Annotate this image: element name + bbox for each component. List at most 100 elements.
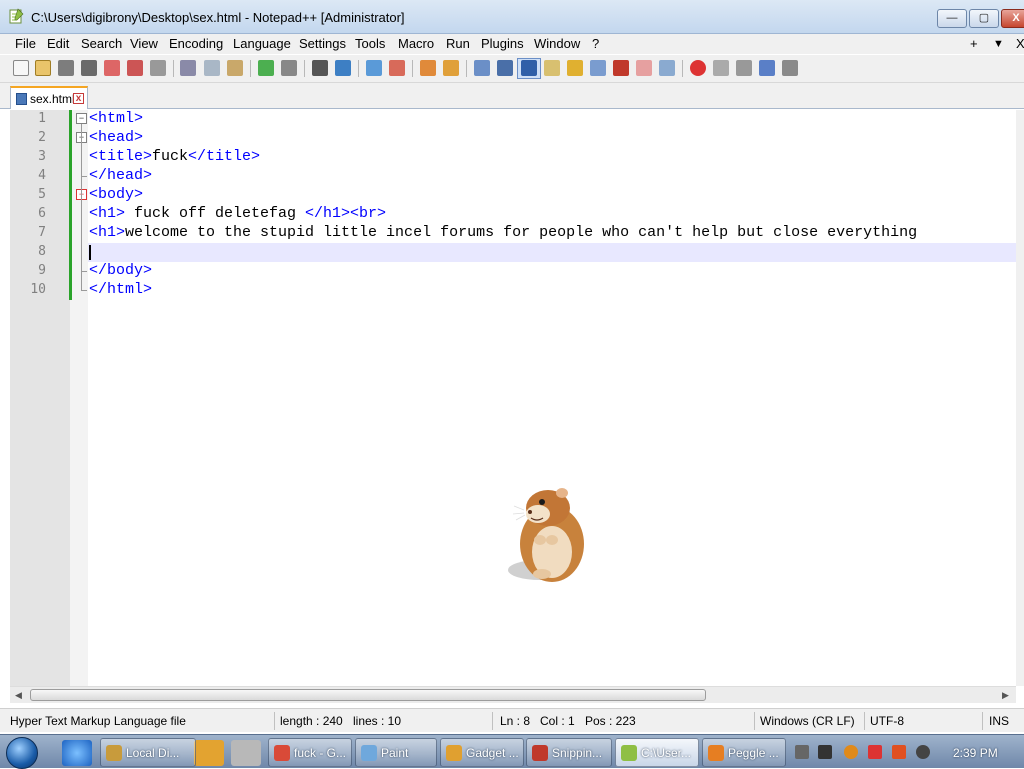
close-file-icon[interactable] [104, 60, 120, 76]
tab-list-button[interactable]: ▼ [993, 38, 1004, 50]
print-icon[interactable] [150, 60, 166, 76]
open-file-icon[interactable] [35, 60, 51, 76]
run-macro-multiple-icon[interactable] [759, 60, 775, 76]
change-history-bar [69, 110, 72, 300]
menu-settings[interactable]: Settings [299, 36, 346, 51]
html-tag-token: </body> [89, 262, 153, 279]
status-pos: Pos : 223 [585, 714, 636, 728]
menu-macro[interactable]: Macro [398, 36, 434, 51]
taskbar-button[interactable]: fuck - G... [268, 738, 352, 767]
replace-icon[interactable] [335, 60, 351, 76]
horizontal-scroll-thumb[interactable] [30, 689, 706, 701]
menu-help[interactable]: ? [592, 36, 599, 51]
redo-icon[interactable] [281, 60, 297, 76]
menu-run[interactable]: Run [446, 36, 470, 51]
tray-volume-icon[interactable] [916, 745, 930, 759]
play-macro-icon[interactable] [736, 60, 752, 76]
folder-as-workspace-icon[interactable] [613, 60, 629, 76]
menu-tools[interactable]: Tools [355, 36, 385, 51]
save-icon[interactable] [58, 60, 74, 76]
menu-window[interactable]: Window [534, 36, 580, 51]
sync-vertical-icon[interactable] [420, 60, 436, 76]
html-tag-token: </h1><br> [305, 205, 387, 222]
horizontal-scrollbar[interactable]: ◀ ▶ [10, 686, 1016, 703]
toolbar-separator [412, 60, 413, 77]
taskbar-button[interactable]: Local Di... [100, 738, 196, 767]
title-bar[interactable]: C:\Users\digibrony\Desktop\sex.html - No… [0, 0, 1024, 34]
view-icon[interactable] [659, 60, 675, 76]
status-lines: lines : 10 [353, 714, 402, 728]
new-tab-button[interactable]: + [970, 36, 978, 51]
menu-encoding[interactable]: Encoding [169, 36, 223, 51]
tray-app-icon[interactable] [795, 745, 809, 759]
status-insert-mode: INS [989, 714, 1010, 728]
user-language-icon[interactable] [544, 60, 560, 76]
line-number: 9 [38, 263, 46, 278]
new-file-icon[interactable] [13, 60, 29, 76]
fold-html-icon[interactable]: − [76, 113, 87, 124]
toolbar-separator [682, 60, 683, 77]
start-button[interactable] [6, 737, 38, 769]
scroll-right-arrow-icon[interactable]: ▶ [1002, 690, 1009, 701]
stop-macro-icon[interactable] [713, 60, 729, 76]
maximize-button[interactable]: ▢ [969, 9, 999, 28]
scroll-left-arrow-icon[interactable]: ◀ [15, 690, 22, 701]
hamster-gadget-image[interactable] [500, 482, 600, 592]
record-macro-icon[interactable] [690, 60, 706, 76]
vertical-scrollbar[interactable] [1016, 110, 1024, 686]
taskbar-button[interactable]: Paint [355, 738, 437, 767]
function-list-icon[interactable] [590, 60, 606, 76]
html-tag-token: <body> [89, 186, 144, 203]
close-all-icon[interactable] [127, 60, 143, 76]
monitoring-icon[interactable] [636, 60, 652, 76]
word-wrap-icon[interactable] [474, 60, 490, 76]
zoom-in-icon[interactable] [366, 60, 382, 76]
taskbar-button[interactable]: C:\User... [615, 738, 699, 767]
text-token: fuck off deletefag [125, 205, 306, 222]
line-number: 3 [38, 149, 46, 164]
save-all-icon[interactable] [81, 60, 97, 76]
tray-flag-icon[interactable] [868, 745, 882, 759]
menu-plugins[interactable]: Plugins [481, 36, 524, 51]
copy-icon[interactable] [204, 60, 220, 76]
tray-alert-icon[interactable] [892, 745, 906, 759]
minimize-button[interactable]: — [937, 9, 967, 28]
sync-horizontal-icon[interactable] [443, 60, 459, 76]
indent-guide-icon[interactable] [521, 60, 537, 76]
save-macro-icon[interactable] [782, 60, 798, 76]
menu-view[interactable]: View [130, 36, 158, 51]
tab-sex-html[interactable]: sex.html x [10, 86, 88, 109]
notepadpp-icon [9, 8, 24, 24]
find-icon[interactable] [312, 60, 328, 76]
code-editor[interactable]: <html> <head> <title>fuck</title> </head> <b… [10, 110, 1016, 686]
line-number: 4 [38, 168, 46, 183]
folder-icon [106, 745, 122, 761]
menu-file[interactable]: File [15, 36, 36, 51]
menu-language[interactable]: Language [233, 36, 291, 51]
close-document-button[interactable]: X [1016, 36, 1024, 51]
taskbar-button[interactable]: Snippin... [526, 738, 612, 767]
media-player-icon[interactable] [194, 740, 224, 766]
tab-close-icon[interactable]: x [73, 93, 84, 104]
tray-search-icon[interactable] [844, 745, 858, 759]
undo-icon[interactable] [258, 60, 274, 76]
menu-edit[interactable]: Edit [47, 36, 69, 51]
paste-icon[interactable] [227, 60, 243, 76]
internet-explorer-icon[interactable] [62, 740, 92, 766]
tray-check-icon[interactable] [818, 745, 832, 759]
taskbar-button[interactable]: Gadget ... [440, 738, 524, 767]
show-all-characters-icon[interactable] [497, 60, 513, 76]
code-line: <title>fuck</title> [89, 148, 260, 165]
status-encoding: UTF-8 [870, 714, 904, 728]
html-tag-token: </title> [188, 148, 261, 165]
calculator-icon[interactable] [231, 740, 261, 766]
taskbar-clock[interactable]: 2:39 PM [953, 746, 998, 760]
zoom-out-icon[interactable] [389, 60, 405, 76]
document-map-icon[interactable] [567, 60, 583, 76]
close-button[interactable]: X [1001, 9, 1024, 28]
menu-search[interactable]: Search [81, 36, 122, 51]
status-eol: Windows (CR LF) [760, 714, 855, 728]
taskbar-button[interactable]: Peggle ... [702, 738, 786, 767]
line-number: 7 [38, 225, 46, 240]
cut-icon[interactable] [180, 60, 196, 76]
